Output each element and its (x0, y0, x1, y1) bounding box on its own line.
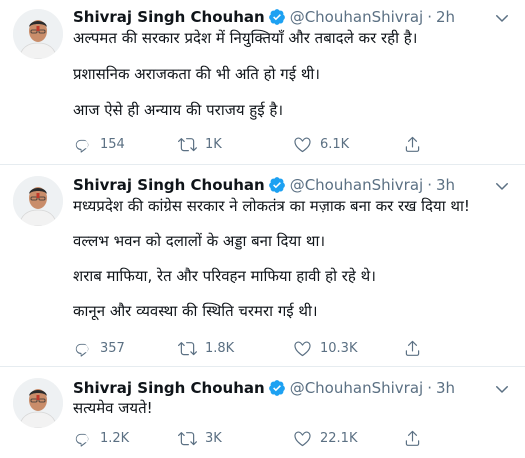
reply-count: 357 (100, 340, 125, 356)
author-name[interactable]: Shivraj Singh Chouhan (73, 378, 265, 398)
avatar[interactable] (13, 378, 63, 428)
chevron-down-icon[interactable] (491, 379, 513, 399)
tweet-timestamp[interactable]: 2h (436, 7, 455, 27)
retweet-icon (178, 431, 197, 445)
tweet-paragraph: सत्यमेव जयते! (73, 399, 153, 417)
tweet-paragraph: कानून और व्यवस्था की स्थिति चरमरा गई थी। (73, 302, 318, 320)
reply-icon (75, 433, 89, 447)
like-count: 6.1K (320, 136, 350, 152)
author-name[interactable]: Shivraj Singh Chouhan (73, 175, 265, 195)
tweet-text: अल्पमत की सरकार प्रदेश में नियुक्तियाँ औ… (73, 28, 513, 120)
tweet-actions: 1.2K 3K 22.1K (73, 428, 513, 448)
tweet-text: मध्यप्रदेश की कांग्रेस सरकार ने लोकतंत्र… (73, 196, 513, 321)
share-button[interactable] (403, 338, 430, 358)
share-icon (405, 340, 420, 356)
tweet-paragraph: मध्यप्रदेश की कांग्रेस सरकार ने लोकतंत्र… (73, 197, 470, 215)
share-button[interactable] (403, 134, 430, 154)
author-handle[interactable]: @ChouhanShivraj (290, 175, 423, 195)
chevron-down-icon[interactable] (491, 176, 513, 196)
like-button[interactable]: 6.1K (293, 134, 349, 154)
reply-button[interactable]: 154 (73, 134, 125, 154)
retweet-count: 1.8K (205, 340, 235, 356)
reply-button[interactable]: 1.2K (73, 428, 129, 448)
reply-icon (75, 139, 89, 153)
heart-icon (294, 136, 311, 152)
tweet-paragraph: शराब माफिया, रेत और परिवहन माफिया हावी ह… (73, 267, 376, 285)
chevron-down-icon[interactable] (491, 8, 513, 28)
author-handle[interactable]: @ChouhanShivraj (290, 7, 423, 27)
tweet-paragraph: वल्लभ भवन को दलालों के अड्डा बना दिया था… (73, 232, 326, 250)
reply-count: 154 (100, 136, 125, 152)
retweet-button[interactable]: 1.8K (178, 338, 234, 358)
heart-icon (294, 340, 311, 356)
retweet-button[interactable]: 3K (178, 428, 222, 448)
like-button[interactable]: 10.3K (293, 338, 357, 358)
author-handle[interactable]: @ChouhanShivraj (290, 378, 423, 398)
retweet-count: 3K (205, 430, 222, 446)
separator-dot: · (427, 379, 432, 397)
share-button[interactable] (403, 428, 430, 448)
tweet[interactable]: Shivraj Singh Chouhan @ChouhanShivraj · … (0, 367, 525, 458)
retweet-icon (178, 137, 197, 151)
tweet-paragraph: आज ऐसे ही अन्याय की पराजय हुई है। (73, 101, 284, 119)
retweet-icon (178, 341, 197, 355)
like-button[interactable]: 22.1K (293, 428, 357, 448)
tweet[interactable]: Shivraj Singh Chouhan @ChouhanShivraj · … (0, 0, 525, 165)
verified-badge-icon (268, 379, 286, 397)
retweet-button[interactable]: 1K (178, 134, 222, 154)
verified-badge-icon (268, 8, 286, 26)
reply-count: 1.2K (100, 430, 130, 446)
avatar[interactable] (13, 9, 63, 59)
share-icon (405, 136, 420, 152)
separator-dot: · (427, 176, 432, 194)
tweet-timestamp[interactable]: 3h (436, 175, 455, 195)
author-name[interactable]: Shivraj Singh Chouhan (73, 7, 265, 27)
tweet-text: सत्यमेव जयते! (73, 398, 513, 418)
share-icon (405, 430, 420, 446)
reply-button[interactable]: 357 (73, 338, 125, 358)
heart-icon (294, 430, 311, 446)
separator-dot: · (427, 8, 432, 26)
tweet-paragraph: अल्पमत की सरकार प्रदेश में नियुक्तियाँ औ… (73, 29, 418, 47)
tweet-paragraph: प्रशासनिक अराजकता की भी अति हो गई थी। (73, 65, 320, 83)
retweet-count: 1K (205, 136, 222, 152)
like-count: 10.3K (320, 340, 358, 356)
avatar[interactable] (13, 176, 63, 226)
tweet-actions: 154 1K 6.1K (73, 134, 513, 154)
tweet[interactable]: Shivraj Singh Chouhan @ChouhanShivraj · … (0, 165, 525, 367)
tweet-timestamp[interactable]: 3h (436, 378, 455, 398)
tweet-actions: 357 1.8K 10.3K (73, 338, 513, 358)
reply-icon (75, 343, 89, 357)
tweet-feed: Shivraj Singh Chouhan @ChouhanShivraj · … (0, 0, 525, 458)
like-count: 22.1K (320, 430, 358, 446)
verified-badge-icon (268, 176, 286, 194)
